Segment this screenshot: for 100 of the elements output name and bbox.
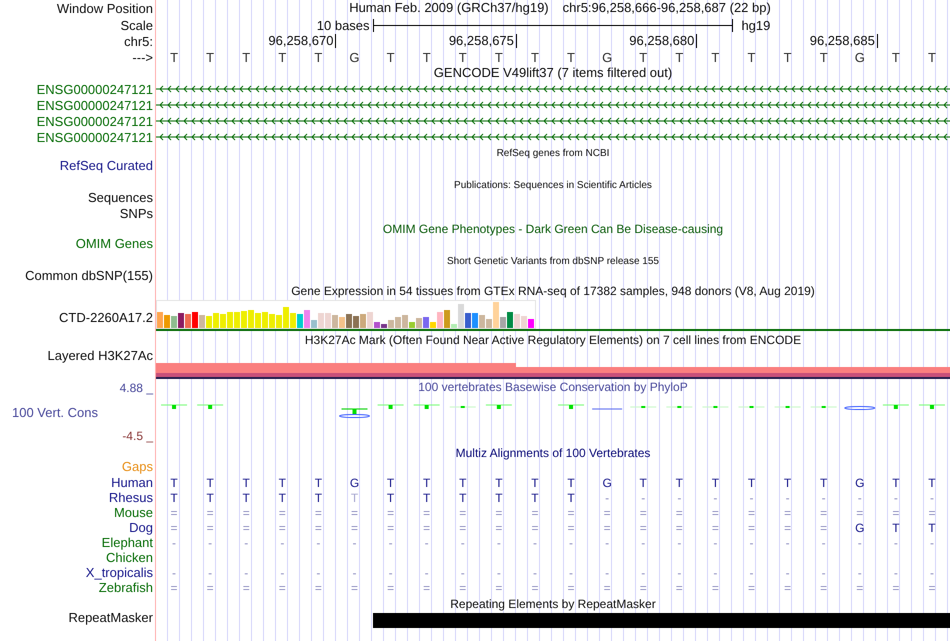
- alignment-base: T: [459, 476, 466, 490]
- alignment-base: =: [278, 580, 286, 594]
- alignment-base: =: [856, 580, 864, 594]
- alignment-base: T: [386, 490, 394, 504]
- base-letter: T: [820, 50, 828, 64]
- alignment-base: -: [208, 566, 212, 580]
- alignment-base: -: [749, 490, 754, 504]
- alignment-base: -: [822, 490, 826, 504]
- alignment-base: -: [316, 566, 320, 580]
- alignment-base: =: [459, 520, 466, 534]
- alignment-base: -: [569, 536, 574, 550]
- alignment-base: T: [278, 490, 286, 504]
- track-label[interactable]: CTD-2260A17.2: [59, 310, 153, 325]
- track-title[interactable]: Publications: Sequences in Scientific Articles: [454, 178, 652, 193]
- axis-label: -4.5 _: [122, 429, 153, 444]
- gene-label[interactable]: ENSG00000247121: [36, 114, 153, 128]
- strand-label: --->: [132, 50, 153, 64]
- track-title[interactable]: Multiz Alignments of 100 Vertebrates: [456, 446, 650, 461]
- alignment-base: -: [930, 490, 934, 504]
- track-label[interactable]: Sequences: [88, 190, 153, 205]
- alignment-base: T: [314, 490, 322, 504]
- alignment-base: -: [280, 536, 284, 550]
- species-label[interactable]: Zebrafish: [98, 580, 153, 595]
- base-letter: T: [784, 50, 792, 64]
- assembly-title: Human Feb. 2009 (GRCh37/hg19): [349, 0, 549, 15]
- alignment-base: T: [350, 490, 358, 504]
- track-label[interactable]: RepeatMasker: [68, 610, 153, 625]
- alignment-base: -: [244, 566, 248, 580]
- alignment-base: -: [930, 566, 934, 580]
- track-title[interactable]: OMIM Gene Phenotypes - Dark Green Can Be Disease-causing: [382, 222, 724, 237]
- alignment-base: =: [459, 506, 466, 520]
- species-label[interactable]: Mouse: [114, 505, 153, 520]
- alignment-base: -: [677, 566, 682, 580]
- alignment-base: =: [640, 520, 647, 534]
- alignment-base: -: [677, 490, 682, 504]
- alignment-base: =: [387, 580, 394, 594]
- alignment-base: -: [749, 566, 754, 580]
- species-label[interactable]: Dog: [129, 520, 153, 535]
- gene-strand-line[interactable]: [156, 102, 950, 108]
- alignment-base: =: [170, 580, 178, 594]
- track-label[interactable]: Layered H3K27Ac: [47, 348, 153, 363]
- gene-strand-line[interactable]: [156, 134, 950, 140]
- alignment-base: =: [604, 506, 611, 520]
- alignment-base: -: [822, 536, 826, 550]
- species-label[interactable]: Elephant: [102, 535, 153, 550]
- track-label[interactable]: RefSeq Curated: [60, 158, 153, 173]
- alignment-base: -: [641, 490, 646, 504]
- gene-strand-line[interactable]: [156, 86, 950, 92]
- alignment-base: =: [820, 520, 828, 534]
- track-title[interactable]: RefSeq genes from NCBI: [496, 146, 610, 161]
- alignment-base: T: [423, 476, 430, 490]
- alignment-base: T: [892, 476, 900, 490]
- alignment-base: =: [350, 506, 358, 520]
- alignment-base: -: [786, 490, 790, 504]
- species-label[interactable]: Chicken: [106, 550, 153, 565]
- track-label[interactable]: OMIM Genes: [76, 236, 153, 251]
- track-title[interactable]: H3K27Ac Mark (Often Found Near Active Regulatory Elements) on 7 cell lines from ENCODE: [304, 333, 802, 348]
- alignment-base: =: [676, 506, 683, 520]
- alignment-base: T: [676, 476, 683, 490]
- alignment-base: =: [784, 520, 792, 534]
- alignment-base: =: [206, 520, 214, 534]
- track-title[interactable]: Short Genetic Variants from dbSNP release 155: [447, 254, 659, 269]
- track-title[interactable]: Gene Expression in 54 tissues from GTEx RNA-seq of 17382 samples, 948 donors (V8, Aug 2019): [291, 284, 815, 299]
- base-letter: T: [278, 50, 286, 64]
- base-letter: T: [170, 50, 178, 64]
- alignment-base: -: [713, 490, 718, 504]
- track-label[interactable]: Common dbSNP(155): [25, 268, 153, 283]
- alignment-base: -: [496, 566, 501, 580]
- gene-label[interactable]: ENSG00000247121: [36, 130, 153, 144]
- alignment-base: -: [172, 536, 176, 550]
- gene-label[interactable]: ENSG00000247121: [36, 82, 153, 96]
- alignment-base: -: [786, 566, 790, 580]
- position-tick-label: 96,258,675: [448, 34, 517, 48]
- base-letter: T: [422, 50, 431, 64]
- track-title[interactable]: 100 vertebrates Basewise Conservation by PhyloP: [418, 380, 688, 395]
- track-label[interactable]: SNPs: [120, 206, 153, 221]
- alignment-base: =: [856, 506, 864, 520]
- species-label[interactable]: X_tropicalis: [86, 565, 153, 580]
- track-label[interactable]: 100 Vert. Cons: [0, 405, 98, 420]
- alignment-base: =: [242, 520, 250, 534]
- track-title[interactable]: Repeating Elements by RepeatMasker: [450, 597, 656, 612]
- base-letter: T: [206, 50, 214, 64]
- species-label[interactable]: Rhesus: [108, 490, 153, 505]
- alignment-base: =: [712, 506, 719, 520]
- alignment-base: =: [387, 506, 394, 520]
- alignment-base: =: [604, 520, 611, 534]
- gene-label[interactable]: ENSG00000247121: [36, 98, 153, 112]
- species-label[interactable]: Human: [111, 475, 153, 490]
- alignment-base: =: [568, 580, 575, 594]
- alignment-base: =: [459, 580, 466, 594]
- base-letter: T: [242, 50, 250, 64]
- alignment-base: T: [567, 490, 575, 504]
- gene-strand-line[interactable]: [156, 118, 950, 124]
- alignment-base: -: [172, 566, 176, 580]
- alignment-base: T: [314, 476, 322, 490]
- alignment-base: -: [352, 536, 356, 550]
- track-title[interactable]: GENCODE V49lift37 (7 items filtered out): [434, 65, 672, 80]
- alignment-base: =: [423, 506, 430, 520]
- alignment-base: =: [242, 506, 250, 520]
- alignment-base: =: [604, 580, 611, 594]
